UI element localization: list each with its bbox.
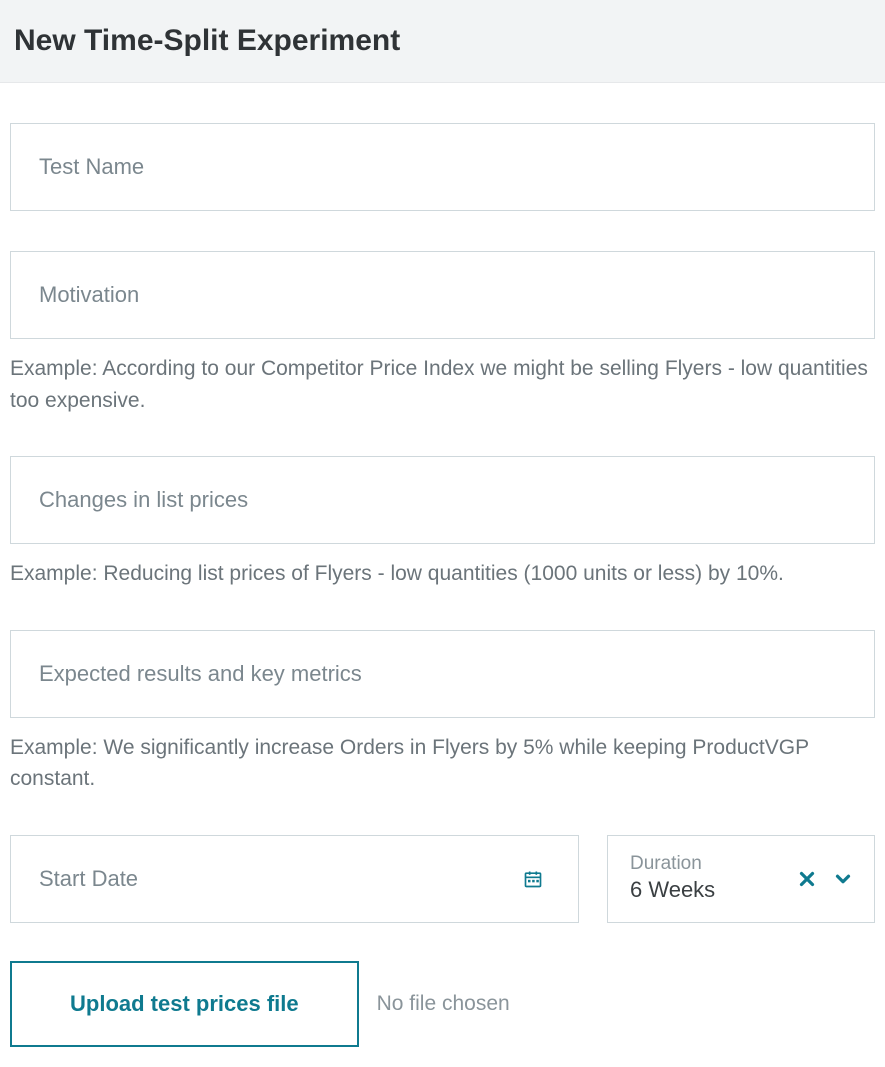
motivation-field xyxy=(10,251,875,339)
expected-input[interactable] xyxy=(10,630,875,718)
motivation-hint: Example: According to our Competitor Pri… xyxy=(10,353,875,416)
duration-select[interactable]: Duration 6 Weeks xyxy=(607,835,875,923)
expected-hint: Example: We significantly increase Order… xyxy=(10,732,875,795)
experiment-form: Example: According to our Competitor Pri… xyxy=(0,123,885,1067)
upload-row: Upload test prices file No file chosen xyxy=(10,961,875,1047)
page-header: New Time-Split Experiment xyxy=(0,0,885,83)
start-date-input[interactable] xyxy=(10,835,579,923)
upload-status: No file chosen xyxy=(377,992,510,1016)
test-name-field xyxy=(10,123,875,211)
duration-label: Duration xyxy=(630,853,784,876)
calendar-icon[interactable] xyxy=(523,869,543,889)
start-date-field xyxy=(10,835,579,923)
page-title: New Time-Split Experiment xyxy=(14,24,871,58)
motivation-input[interactable] xyxy=(10,251,875,339)
duration-value: 6 Weeks xyxy=(630,876,784,905)
duration-text: Duration 6 Weeks xyxy=(630,853,784,904)
changes-hint: Example: Reducing list prices of Flyers … xyxy=(10,558,875,590)
changes-field xyxy=(10,456,875,544)
test-name-input[interactable] xyxy=(10,123,875,211)
changes-input[interactable] xyxy=(10,456,875,544)
date-duration-row: Duration 6 Weeks xyxy=(10,835,875,923)
clear-duration-icon[interactable] xyxy=(794,866,820,892)
chevron-down-icon[interactable] xyxy=(830,866,856,892)
expected-field xyxy=(10,630,875,718)
upload-button[interactable]: Upload test prices file xyxy=(10,961,359,1047)
